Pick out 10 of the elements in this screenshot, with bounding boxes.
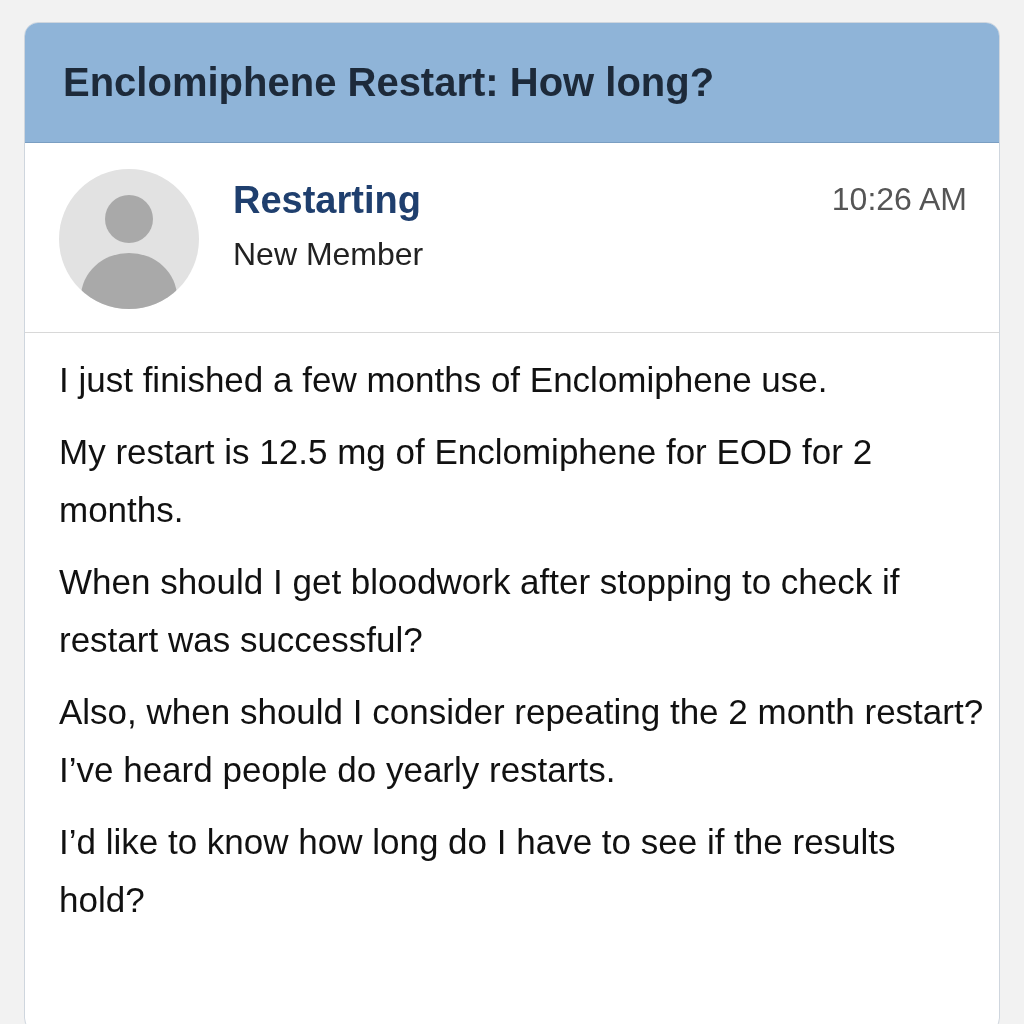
- author-name[interactable]: Restarting: [233, 179, 832, 222]
- post-paragraph: Also, when should I consider repeating the 2 month restart? I’ve heard people do yearly restarts.: [59, 691, 985, 791]
- post-paragraph: I’d like to know how long do I have to see if the results hold?: [59, 821, 897, 921]
- thread-title: Enclomiphene Restart: How long?: [63, 60, 715, 105]
- post-paragraph: When should I get bloodwork after stopping to check if restart was successful?: [59, 561, 901, 661]
- avatar-icon: [59, 169, 199, 309]
- post-paragraph: I just finished a few months of Enclomiphene use.: [59, 359, 829, 401]
- post-time: 10:26 AM: [831, 180, 967, 218]
- post-paragraph: My restart is 12.5 mg of Enclomiphene for EOD for 2 months.: [59, 431, 874, 531]
- member-rank: New Member: [233, 236, 425, 273]
